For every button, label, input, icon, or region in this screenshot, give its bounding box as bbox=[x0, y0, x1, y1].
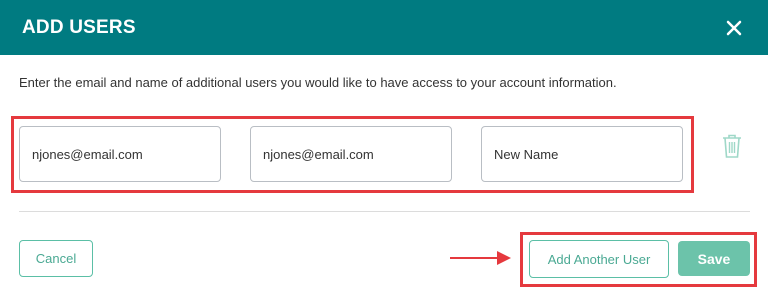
cancel-button[interactable]: Cancel bbox=[19, 240, 93, 277]
add-another-user-button[interactable]: Add Another User bbox=[529, 240, 669, 278]
email-field[interactable] bbox=[19, 126, 221, 182]
dialog-header: ADD USERS bbox=[0, 0, 768, 55]
arrow-right-icon bbox=[449, 248, 513, 268]
dialog-title: ADD USERS bbox=[22, 16, 136, 38]
name-field[interactable] bbox=[481, 126, 683, 182]
save-button[interactable]: Save bbox=[678, 241, 750, 276]
confirm-email-field[interactable] bbox=[250, 126, 452, 182]
dialog-description: Enter the email and name of additional u… bbox=[19, 75, 617, 90]
trash-icon[interactable] bbox=[720, 133, 744, 159]
close-icon[interactable] bbox=[724, 18, 744, 38]
divider bbox=[19, 211, 750, 212]
